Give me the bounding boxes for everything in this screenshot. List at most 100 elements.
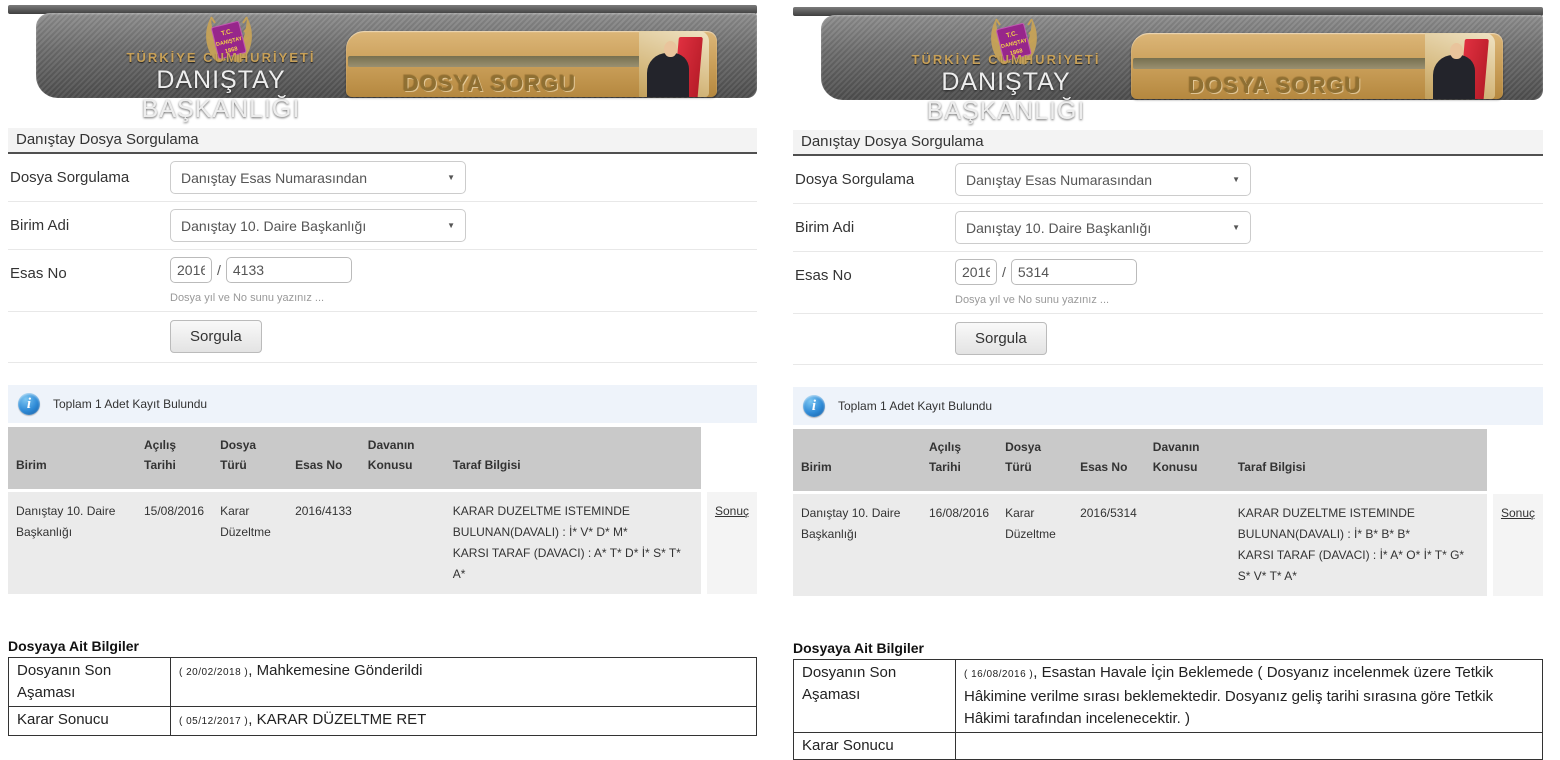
detail-label-decision: Karar Sonucu <box>9 707 171 736</box>
cell-birim: Danıştay 10. Daire Başkanlığı <box>793 494 921 596</box>
unit-select[interactable]: Danıştay 10. Daire Başkanlığı ▼ <box>955 211 1251 244</box>
results-header-acilis-tarihi: Açılış Tarihi <box>136 427 212 492</box>
form-row-query-type: Dosya Sorgulama Danıştay Esas Numarasınd… <box>8 154 757 202</box>
result-count-bar: i Toplam 1 Adet Kayıt Bulundu <box>793 387 1543 425</box>
results-header-dosya-turu: Dosya Türü <box>212 427 287 492</box>
cell-taraf-bilgisi: KARAR DUZELTME ISTEMINDE BULUNAN(DAVALI)… <box>445 492 701 594</box>
query-panel: T.C. DANIŞTAY 1868 TÜRKİYE CUMHURİYETİ D… <box>8 5 757 760</box>
results-header-esas-no: Esas No <box>287 427 360 492</box>
sonuc-link[interactable]: Sonuç <box>1501 506 1535 520</box>
results-header-acilis-tarihi: Açılış Tarihi <box>921 429 997 494</box>
chevron-down-icon: ▼ <box>1232 223 1240 232</box>
cell-acilis-tarihi: 15/08/2016 <box>136 492 212 594</box>
banner-title-panel: DOSYA SORGU <box>1131 33 1503 99</box>
header-banner: T.C. DANIŞTAY 1868 TÜRKİYE CUMHURİYETİ D… <box>793 7 1543 103</box>
file-details-section: Dosyaya Ait Bilgiler Dosyanın Son Aşamas… <box>8 638 757 736</box>
taraf-line-davaci: KARSI TARAF (DAVACI) : A* T* D* İ* S* T*… <box>453 543 693 585</box>
case-no-separator: / <box>1002 264 1006 280</box>
result-count-text: Toplam 1 Adet Kayıt Bulundu <box>838 399 992 413</box>
form-row-query-type: Dosya Sorgulama Danıştay Esas Numarasınd… <box>793 156 1543 204</box>
section-title: Danıştay Dosya Sorgulama <box>8 128 757 154</box>
results-header-esas-no: Esas No <box>1072 429 1145 494</box>
results-header-row: Birim Açılış Tarihi Dosya Türü Esas No D… <box>793 429 1543 494</box>
form-row-submit: Sorgula <box>8 312 757 363</box>
results-header-sonuc <box>1487 429 1543 494</box>
sonuc-link[interactable]: Sonuç <box>715 504 749 518</box>
banner-body: T.C. DANIŞTAY 1868 TÜRKİYE CUMHURİYETİ D… <box>821 15 1543 100</box>
query-type-label: Dosya Sorgulama <box>8 161 170 186</box>
detail-label-last-stage: Dosyanın Son Aşaması <box>9 658 171 707</box>
banner-title-panel: DOSYA SORGU <box>346 31 717 97</box>
taraf-line-davaci: KARSI TARAF (DAVACI) : İ* A* O* İ* T* G*… <box>1238 545 1479 587</box>
query-type-select[interactable]: Danıştay Esas Numarasından ▼ <box>170 161 466 194</box>
case-number-input[interactable] <box>1011 259 1137 285</box>
cell-davanin-konusu <box>1145 494 1230 596</box>
table-row: Danıştay 10. Daire Başkanlığı 15/08/2016… <box>8 492 757 594</box>
cell-esas-no: 2016/4133 <box>287 492 360 594</box>
result-count-bar: i Toplam 1 Adet Kayıt Bulundu <box>8 385 757 423</box>
detail-value-decision <box>956 733 1543 760</box>
results-header-birim: Birim <box>8 427 136 492</box>
case-no-hint: Dosya yıl ve No sunu yazınız ... <box>955 294 1291 306</box>
results-header-taraf-bilgisi: Taraf Bilgisi <box>445 427 701 492</box>
case-no-hint: Dosya yıl ve No sunu yazınız ... <box>170 292 506 304</box>
file-details-section: Dosyaya Ait Bilgiler Dosyanın Son Aşamas… <box>793 640 1543 760</box>
query-form: Dosya Sorgulama Danıştay Esas Numarasınd… <box>793 156 1543 365</box>
cell-birim: Danıştay 10. Daire Başkanlığı <box>8 492 136 594</box>
results-header-row: Birim Açılış Tarihi Dosya Türü Esas No D… <box>8 427 757 492</box>
chevron-down-icon: ▼ <box>1232 175 1240 184</box>
results-table: Birim Açılış Tarihi Dosya Türü Esas No D… <box>8 427 757 594</box>
query-type-selected-value: Danıştay Esas Numarasından <box>966 172 1152 188</box>
ataturk-face <box>1450 43 1463 59</box>
file-details-title: Dosyaya Ait Bilgiler <box>8 638 757 654</box>
form-row-case-no: Esas No / Dosya yıl ve No sunu yazınız .… <box>793 252 1543 314</box>
ataturk-photo <box>1425 33 1495 99</box>
case-year-input[interactable] <box>955 259 997 285</box>
detail-text: , Mahkemesine Gönderildi <box>248 662 422 679</box>
file-details-table: Dosyanın Son Aşaması ( 16/08/2016 ), Esa… <box>793 659 1543 760</box>
unit-label: Birim Adi <box>793 211 955 236</box>
cell-dosya-turu: Karar Düzeltme <box>212 492 287 594</box>
detail-date: ( 16/08/2016 ) <box>964 669 1033 680</box>
dual-panel-container: T.C. DANIŞTAY 1868 TÜRKİYE CUMHURİYETİ D… <box>0 0 1560 760</box>
detail-date: ( 20/02/2018 ) <box>179 667 248 678</box>
unit-selected-value: Danıştay 10. Daire Başkanlığı <box>966 220 1151 236</box>
cell-sonuc: Sonuç <box>1487 494 1543 596</box>
form-row-submit: Sorgula <box>793 314 1543 365</box>
banner-title-text: DOSYA SORGU <box>1131 73 1419 99</box>
detail-text: , KARAR DÜZELTME RET <box>248 711 426 728</box>
brand-top-text: TÜRKİYE CUMHURİYETİ <box>76 51 366 66</box>
results-header-birim: Birim <box>793 429 921 494</box>
info-icon: i <box>803 395 825 417</box>
case-year-input[interactable] <box>170 257 212 283</box>
results-header-davanin-konusu: Davanın Konusu <box>360 427 445 492</box>
ataturk-silhouette <box>647 53 689 97</box>
brand-top-text: TÜRKİYE CUMHURİYETİ <box>861 53 1151 68</box>
section-title: Danıştay Dosya Sorgulama <box>793 130 1543 156</box>
banner-title-stripe <box>348 56 645 67</box>
brand-main-text: DANIŞTAY BAŞKANLIĞI <box>76 66 366 124</box>
table-row: Danıştay 10. Daire Başkanlığı 16/08/2016… <box>793 494 1543 596</box>
ataturk-silhouette <box>1433 55 1475 99</box>
taraf-line-davali: KARAR DUZELTME ISTEMINDE BULUNAN(DAVALI)… <box>1238 503 1479 545</box>
chevron-down-icon: ▼ <box>447 221 455 230</box>
ataturk-photo <box>639 31 709 97</box>
case-no-label: Esas No <box>8 257 170 282</box>
detail-row-last-stage: Dosyanın Son Aşaması ( 20/02/2018 ), Mah… <box>9 658 757 707</box>
unit-select[interactable]: Danıştay 10. Daire Başkanlığı ▼ <box>170 209 466 242</box>
sorgula-button[interactable]: Sorgula <box>170 320 262 353</box>
query-type-select[interactable]: Danıştay Esas Numarasından ▼ <box>955 163 1251 196</box>
detail-label-last-stage: Dosyanın Son Aşaması <box>794 660 956 733</box>
query-form: Dosya Sorgulama Danıştay Esas Numarasınd… <box>8 154 757 363</box>
sorgula-button[interactable]: Sorgula <box>955 322 1047 355</box>
unit-selected-value: Danıştay 10. Daire Başkanlığı <box>181 218 366 234</box>
case-number-input[interactable] <box>226 257 352 283</box>
detail-row-decision: Karar Sonucu ( 05/12/2017 ), KARAR DÜZEL… <box>9 707 757 736</box>
case-no-label: Esas No <box>793 259 955 284</box>
cell-esas-no: 2016/5314 <box>1072 494 1145 596</box>
brand-block: TÜRKİYE CUMHURİYETİ DANIŞTAY BAŞKANLIĞI <box>861 53 1151 125</box>
cell-acilis-tarihi: 16/08/2016 <box>921 494 997 596</box>
file-details-title: Dosyaya Ait Bilgiler <box>793 640 1543 656</box>
brand-main-text: DANIŞTAY BAŞKANLIĞI <box>861 68 1151 126</box>
detail-date: ( 05/12/2017 ) <box>179 716 248 727</box>
